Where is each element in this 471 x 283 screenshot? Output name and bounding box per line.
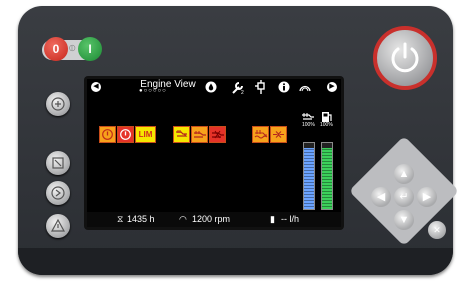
enter-button[interactable]: ↵ — [394, 187, 414, 207]
up-button[interactable]: ▲ — [394, 164, 414, 184]
exhaust-filter-warning-icon — [191, 126, 208, 143]
warning-triangle-icon — [50, 218, 66, 232]
fuel-drop-icon — [205, 81, 217, 93]
start-button[interactable]: I — [78, 37, 102, 61]
stop-warning-icon — [117, 126, 134, 143]
nav-right-icon[interactable]: ▶ — [327, 82, 337, 92]
power-button[interactable] — [373, 26, 437, 90]
wrench-icon: 2 — [232, 82, 244, 95]
coolant-level-warning-icon — [252, 126, 269, 143]
page-icon — [52, 157, 64, 169]
panel-base — [18, 248, 453, 275]
left-button[interactable]: ◀ — [371, 187, 391, 207]
right-button[interactable]: ▶ — [417, 187, 437, 207]
display-top-bar: ◀ Engine View ●○○○○○ 2 ▶ — [87, 79, 341, 96]
fuel-gauge — [321, 142, 333, 210]
menu-arrows-icon — [51, 97, 65, 111]
sensor-icon — [255, 80, 265, 94]
page-indicator: ●○○○○○ — [139, 88, 167, 94]
oil-pressure-warning-icon — [99, 126, 116, 143]
exhaust-fault-warning-icon — [209, 126, 226, 143]
mode-icon — [51, 186, 65, 200]
fuel-gauge-fill — [322, 148, 332, 209]
down-button[interactable]: ▼ — [394, 210, 414, 230]
coolant-gauge-label: 100% — [302, 122, 315, 128]
fuel-rate: -- l/h — [281, 214, 299, 224]
power-icon — [391, 42, 419, 73]
limit-indicator: LIM — [135, 126, 156, 143]
engine-rpm: 1200 rpm — [192, 214, 231, 224]
toggle-center-icon: ⦶ — [69, 43, 76, 53]
page-button[interactable] — [46, 151, 70, 175]
svg-text:2: 2 — [241, 90, 244, 95]
cancel-button[interactable]: ✕ — [428, 221, 446, 239]
engine-hours: 1435 h — [127, 214, 155, 224]
coolant-gauge — [303, 142, 315, 210]
hourglass-icon: ⧖ — [117, 214, 124, 224]
intake-warning-icon — [270, 126, 287, 143]
mode-button[interactable] — [46, 181, 70, 205]
fuel-rate-icon: ▮ — [270, 214, 275, 224]
stop-button[interactable]: 0 — [44, 37, 68, 61]
menu-button[interactable] — [46, 92, 70, 116]
fuel-gauge-label: 100% — [320, 122, 333, 128]
tachometer-icon: ◠ — [179, 214, 187, 224]
display-screen: ◀ Engine View ●○○○○○ 2 ▶ LIM 100% 100% ⧖… — [87, 79, 341, 227]
alarm-button[interactable] — [46, 214, 70, 238]
limiter-icon — [299, 85, 311, 92]
nav-left-icon[interactable]: ◀ — [91, 82, 101, 92]
coolant-gauge-fill — [304, 148, 314, 209]
info-icon — [278, 81, 290, 93]
display-status-bar: ⧖ 1435 h ◠ 1200 rpm ▮ -- l/h — [87, 212, 341, 227]
exhaust-temp-warning-icon — [173, 126, 190, 143]
